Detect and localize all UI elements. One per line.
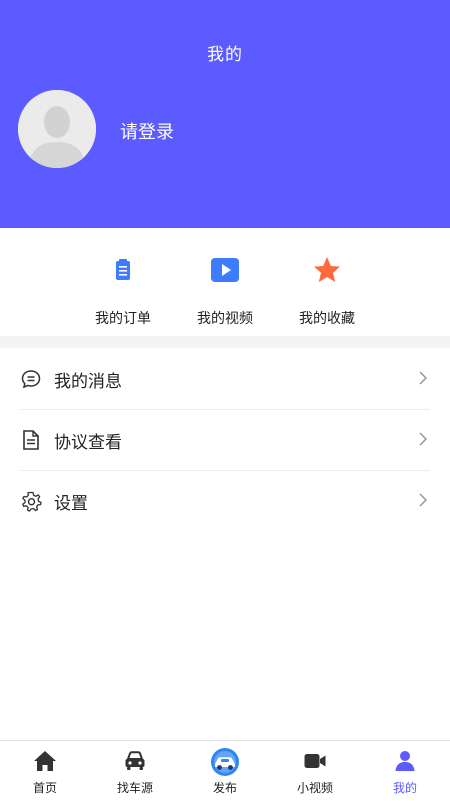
tab-label: 我的 [392,781,417,795]
shortcut-label: 我的收藏 [299,311,355,327]
chevron-right-icon [419,432,428,446]
star-icon [314,257,340,282]
menu-item-messages[interactable]: 我的消息 [20,348,430,410]
menu-item-agreements[interactable]: 协议查看 [20,409,430,471]
menu-item-label: 协议查看 [54,433,122,453]
publish-icon [211,748,239,776]
message-icon [21,370,41,389]
gear-icon [22,491,42,512]
video-camera-icon [304,754,326,768]
shortcut-my-orders[interactable]: 我的订单 [73,228,173,336]
login-link[interactable]: 请登录 [120,118,174,144]
menu-item-label: 设置 [54,494,88,514]
tab-label: 小视频 [296,781,333,795]
video-icon [211,258,239,282]
menu-item-label: 我的消息 [54,372,122,392]
document-icon [23,430,39,450]
shortcut-my-favorites[interactable]: 我的收藏 [277,228,377,336]
menu-item-settings[interactable]: 设置 [20,470,430,531]
tab-find-cars[interactable]: 找车源 [90,741,180,801]
tab-label: 发布 [212,781,237,795]
tab-short-video[interactable]: 小视频 [270,741,360,801]
person-icon [395,751,415,771]
avatar[interactable] [18,90,96,168]
chevron-right-icon [419,371,428,385]
shortcut-label: 我的视频 [197,311,253,327]
section-divider [0,336,450,348]
clipboard-icon [116,259,130,280]
tab-label: 首页 [32,781,57,795]
tab-publish[interactable]: 发布 [180,741,270,801]
default-avatar-icon [18,90,96,168]
profile-header: 我的 请登录 [0,0,450,228]
page-title: 我的 [207,45,243,65]
tab-mine[interactable]: 我的 [360,741,450,801]
tab-label: 找车源 [116,781,153,795]
shortcut-label: 我的订单 [95,311,151,327]
home-icon [34,751,56,771]
car-icon [125,751,145,770]
shortcut-grid: 我的订单 我的视频 我的收藏 [0,228,450,336]
tab-home[interactable]: 首页 [0,741,90,801]
chevron-right-icon [419,493,428,507]
bottom-tab-bar: 首页 找车源 发布 小视频 我的 [0,740,450,801]
shortcut-my-videos[interactable]: 我的视频 [175,228,275,336]
